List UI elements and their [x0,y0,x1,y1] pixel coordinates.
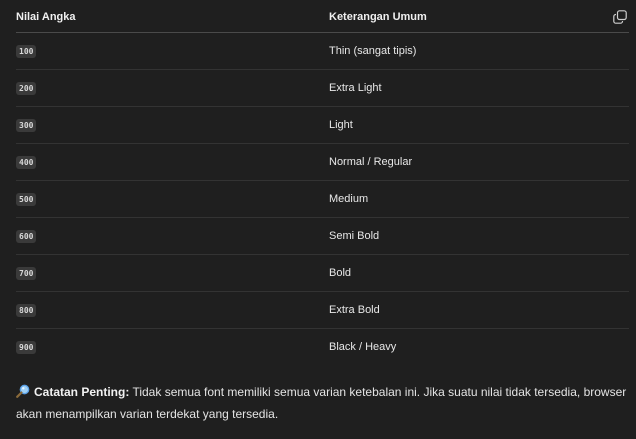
table-row: 500 Medium [16,181,629,218]
weight-value-code: 100 [16,45,37,58]
weight-description: Thin (sangat tipis) [329,45,417,57]
column-header-description: Keterangan Umum [329,11,427,23]
table-row: 200 Extra Light [16,70,629,107]
table-row: 300 Light [16,107,629,144]
weight-description: Light [329,119,353,131]
important-note: Catatan Penting: Tidak semua font memili… [16,381,628,425]
weight-description: Bold [329,267,352,279]
table-row: 900 Black / Heavy [16,329,629,365]
table-row: 600 Semi Bold [16,218,629,255]
weight-value-code: 900 [16,341,37,354]
chat-response: Nilai Angka Keterangan Umum 100 Thin (sa… [0,0,636,439]
weight-description: Black / Heavy [329,341,397,353]
weight-description: Medium [329,193,369,205]
copy-icon[interactable] [613,10,627,24]
table-header: Nilai Angka Keterangan Umum [16,0,629,33]
weight-value-code: 500 [16,193,37,206]
note-label: Catatan Penting: [34,385,130,399]
weight-value-code: 600 [16,230,37,243]
weight-value-code: 700 [16,267,37,280]
weight-value-code: 200 [16,82,37,95]
font-weight-table: Nilai Angka Keterangan Umum 100 Thin (sa… [16,0,629,365]
table-row: 400 Normal / Regular [16,144,629,181]
magnifier-icon [16,383,30,398]
table-row: 100 Thin (sangat tipis) [16,33,629,70]
weight-value-code: 300 [16,119,37,132]
table-row: 800 Extra Bold [16,292,629,329]
table-row: 700 Bold [16,255,629,292]
weight-description: Semi Bold [329,230,380,242]
weight-value-code: 800 [16,304,37,317]
weight-description: Normal / Regular [329,156,413,168]
weight-value-code: 400 [16,156,37,169]
column-header-value: Nilai Angka [16,11,76,23]
weight-description: Extra Light [329,82,382,94]
weight-description: Extra Bold [329,304,380,316]
